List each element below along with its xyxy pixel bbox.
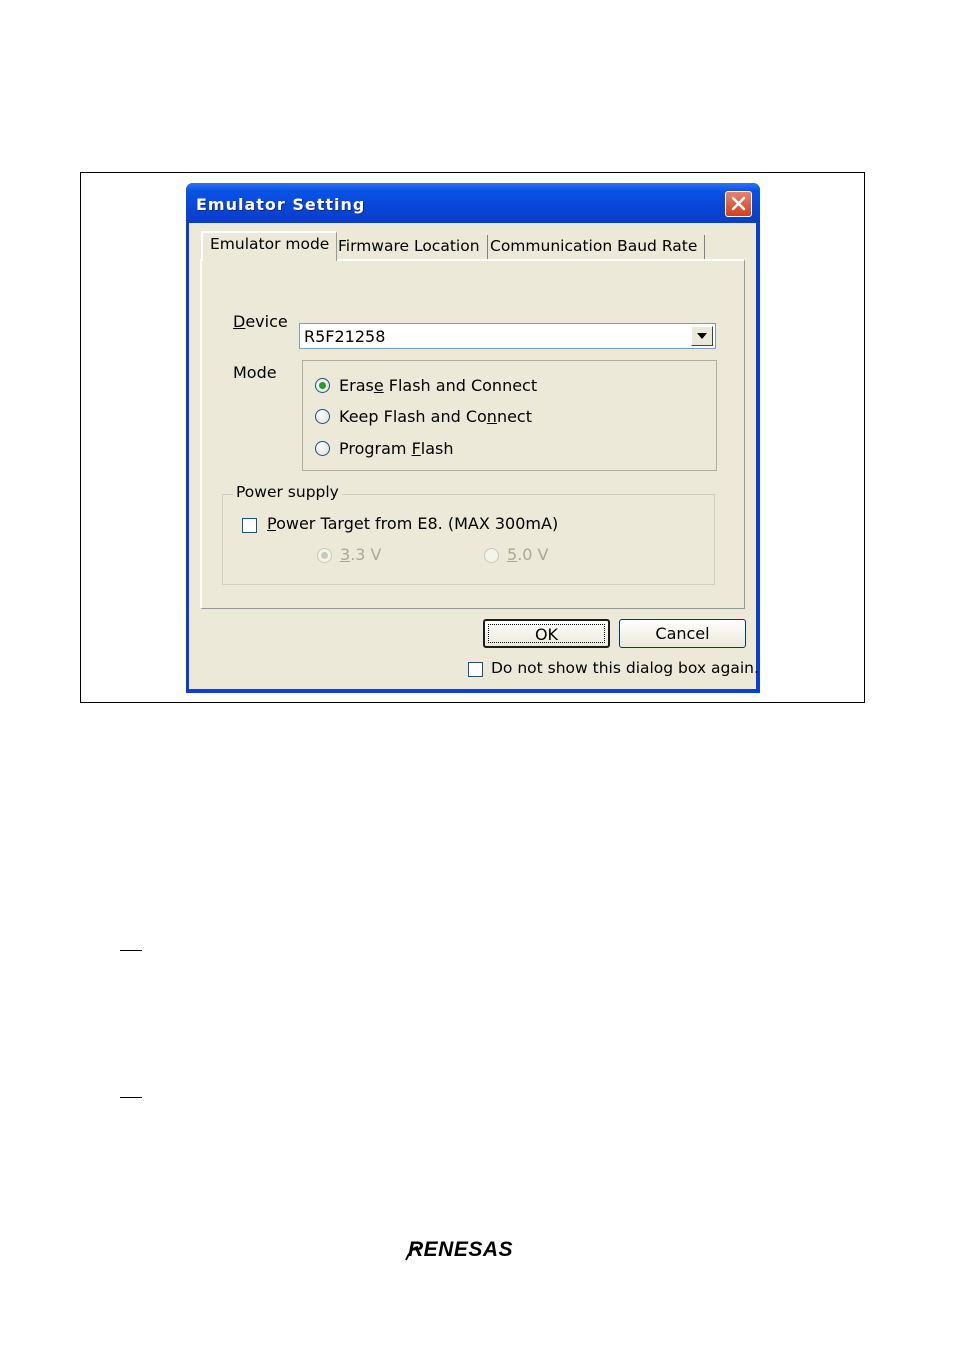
mode-option-erase-label[interactable]: Erase Flash and Connect <box>339 376 537 395</box>
tab-emulator-mode[interactable]: Emulator mode <box>201 231 338 261</box>
dont-show-checkbox[interactable] <box>468 662 483 677</box>
mode-label: Mode <box>233 363 277 382</box>
ok-button[interactable]: OK <box>483 619 610 648</box>
mode-radio-program[interactable] <box>315 441 330 456</box>
mode-radio-erase[interactable] <box>315 378 330 393</box>
device-select[interactable]: R5F21258 <box>299 323 716 349</box>
svg-text:RENESAS: RENESAS <box>408 1238 513 1261</box>
dont-show-label[interactable]: Do not show this dialog box again. <box>491 659 759 677</box>
voltage-radio-5v0[interactable] <box>484 548 499 563</box>
mode-option-program-label[interactable]: Program Flash <box>339 439 454 458</box>
close-icon <box>731 196 746 211</box>
device-label: Device <box>233 312 288 331</box>
renesas-logo-icon: RENESAS <box>405 1238 513 1261</box>
power-supply-legend: Power supply <box>233 483 342 501</box>
power-supply-group <box>222 494 715 585</box>
device-dropdown-button[interactable] <box>691 326 713 346</box>
cancel-button[interactable]: Cancel <box>619 619 746 648</box>
list-dash-1 <box>120 950 142 951</box>
tab-firmware-location[interactable]: Firmware Location <box>331 235 488 259</box>
dialog-title: Emulator Setting <box>196 195 366 214</box>
renesas-logo: RENESAS <box>404 1236 546 1266</box>
voltage-3v3-label[interactable]: 3.3 V <box>340 545 381 564</box>
power-target-checkbox[interactable] <box>242 518 257 533</box>
close-button[interactable] <box>725 191 752 217</box>
mode-radio-keep[interactable] <box>315 409 330 424</box>
chevron-down-icon <box>697 333 707 339</box>
power-target-label[interactable]: Power Target from E8. (MAX 300mA) <box>267 514 558 533</box>
dialog-client: Device R5F21258 Mode Erase Flash and Con… <box>189 223 759 689</box>
title-bar[interactable]: Emulator Setting <box>186 183 760 223</box>
tab-panel-emulator-mode: Device R5F21258 Mode Erase Flash and Con… <box>200 259 745 609</box>
ok-button-label: OK <box>534 625 559 644</box>
voltage-radio-3v3[interactable] <box>317 548 332 563</box>
voltage-5v0-label[interactable]: 5.0 V <box>507 545 548 564</box>
emulator-setting-dialog: Emulator Setting Device R5F21258 Mode Er… <box>186 183 760 693</box>
device-select-value: R5F21258 <box>304 327 386 346</box>
list-dash-2 <box>120 1097 142 1098</box>
mode-option-keep-label[interactable]: Keep Flash and Connect <box>339 407 532 426</box>
tab-communication-baud-rate[interactable]: Communication Baud Rate <box>483 235 706 259</box>
cancel-button-label: Cancel <box>655 624 710 643</box>
